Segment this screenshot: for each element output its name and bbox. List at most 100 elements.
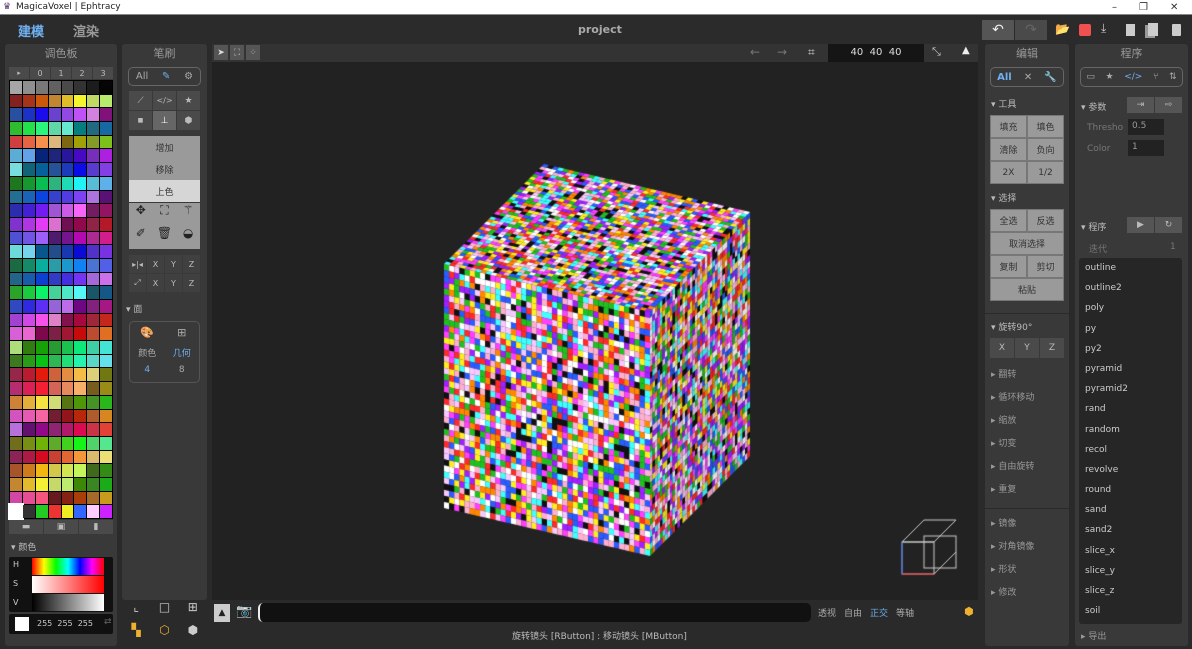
double-button[interactable]: 2X — [990, 161, 1027, 184]
palette-swatch[interactable] — [10, 327, 22, 340]
trash-icon[interactable] — [1172, 24, 1181, 36]
palette-swatch[interactable] — [62, 191, 74, 204]
palette-swatch[interactable] — [62, 163, 74, 176]
view-isometric[interactable]: 等轴 — [896, 606, 914, 619]
palette-swatch[interactable] — [62, 437, 74, 450]
select-all-button[interactable]: 全选 — [990, 209, 1027, 232]
palette-swatch[interactable] — [23, 204, 35, 217]
fill-button[interactable]: 填充 — [990, 115, 1027, 138]
palette-swatch[interactable] — [74, 327, 86, 340]
palette-swatch[interactable] — [49, 368, 61, 381]
palette-swatch[interactable] — [87, 396, 99, 409]
rotate-y-button[interactable]: Y — [1015, 338, 1039, 358]
palette-swatch[interactable] — [49, 163, 61, 176]
palette-grid[interactable] — [9, 80, 113, 519]
palette-swatch[interactable] — [87, 464, 99, 477]
palette-swatch[interactable] — [36, 327, 48, 340]
palette-swatch[interactable] — [100, 191, 112, 204]
palette-swatch[interactable] — [10, 149, 22, 162]
palette-swatch[interactable] — [23, 355, 35, 368]
palette-swatch[interactable] — [87, 437, 99, 450]
redo-button[interactable]: ↷ — [1015, 20, 1047, 40]
palette-swatch[interactable] — [10, 108, 22, 121]
trash-icon[interactable]: 🗑 — [153, 226, 177, 249]
swap-icon[interactable]: ⇄ — [104, 617, 112, 627]
palette-swatch[interactable] — [10, 396, 22, 409]
palette-swatch[interactable] — [74, 136, 86, 149]
palette-swatch[interactable] — [87, 218, 99, 231]
line-brush-icon[interactable]: ⟋ — [129, 91, 152, 110]
palette-swatch[interactable] — [49, 492, 61, 505]
palette-swatch[interactable] — [10, 423, 22, 436]
palette-swatch[interactable] — [100, 286, 112, 299]
palette-swatch[interactable] — [23, 122, 35, 135]
palette-swatch[interactable] — [36, 149, 48, 162]
palette-swatch[interactable] — [23, 149, 35, 162]
palette-swatch[interactable] — [74, 108, 86, 121]
palette-swatch[interactable] — [10, 505, 22, 518]
palette-swatch[interactable] — [36, 108, 48, 121]
palette-swatch[interactable] — [49, 245, 61, 258]
size-input[interactable]: 40 40 40 — [828, 44, 924, 62]
palette-swatch[interactable] — [62, 368, 74, 381]
palette-swatch[interactable] — [62, 81, 74, 94]
palette-swatch[interactable] — [36, 410, 48, 423]
palette-tab[interactable]: 2 — [72, 67, 92, 79]
palette-swatch[interactable] — [10, 355, 22, 368]
palette-swatch[interactable] — [100, 437, 112, 450]
saturation-slider[interactable] — [32, 576, 104, 593]
palette-swatch[interactable] — [87, 341, 99, 354]
palette-swatch[interactable] — [74, 464, 86, 477]
cube-icon[interactable]: ⬢ — [179, 623, 207, 646]
palette-swatch[interactable] — [36, 492, 48, 505]
palette-swatch[interactable] — [49, 478, 61, 491]
palette-swatch[interactable] — [62, 232, 74, 245]
palette-swatch[interactable] — [87, 492, 99, 505]
palette-swatch[interactable] — [10, 341, 22, 354]
select-region-icon[interactable]: ⛶ — [230, 45, 244, 60]
palette-swatch[interactable] — [100, 368, 112, 381]
palette-swatch[interactable] — [49, 259, 61, 272]
palette-swatch[interactable] — [23, 218, 35, 231]
program-list-item[interactable]: outline — [1079, 258, 1182, 278]
palette-swatch[interactable] — [74, 451, 86, 464]
palette-swatch[interactable] — [49, 95, 61, 108]
half-button[interactable]: 1/2 — [1027, 161, 1064, 184]
palette-swatch[interactable] — [87, 423, 99, 436]
diagonal-mirror-section[interactable]: ▸ 对角镜像 — [991, 536, 1063, 559]
palette-swatch[interactable] — [74, 396, 86, 409]
palette-swatch[interactable] — [100, 451, 112, 464]
palette-swatch[interactable] — [87, 355, 99, 368]
param-input[interactable]: 1 — [1128, 140, 1164, 156]
palette-swatch[interactable] — [74, 382, 86, 395]
axis-icon[interactable]: ⤢ — [129, 274, 146, 292]
palette-swatch[interactable] — [23, 410, 35, 423]
free-rotate-section[interactable]: ▸ 自由旋转 — [991, 456, 1063, 479]
program-list-item[interactable]: poly — [1079, 298, 1182, 318]
palette-face-icon[interactable]: 🎨 — [130, 326, 165, 346]
gear-icon[interactable]: ⚙ — [184, 71, 193, 82]
save-icon[interactable] — [1079, 24, 1091, 36]
select-icon[interactable]: ⛶ — [153, 203, 177, 226]
voxel-model[interactable] — [212, 62, 978, 600]
palette-swatch[interactable] — [74, 437, 86, 450]
palette-swatch[interactable] — [62, 149, 74, 162]
palette-swatch[interactable] — [36, 177, 48, 190]
face-color-option[interactable]: 颜色 — [130, 346, 165, 366]
palette-swatch[interactable] — [100, 122, 112, 135]
palette-swatch[interactable] — [36, 451, 48, 464]
palette-swatch[interactable] — [49, 218, 61, 231]
palette-swatch[interactable] — [49, 300, 61, 313]
program-list-item[interactable]: soil — [1079, 601, 1182, 621]
palette-swatch[interactable] — [87, 410, 99, 423]
palette-swatch[interactable] — [10, 204, 22, 217]
palette-swatch[interactable] — [49, 355, 61, 368]
palette-swatch[interactable] — [10, 382, 22, 395]
palette-swatch[interactable] — [74, 218, 86, 231]
palette-swatch[interactable] — [100, 300, 112, 313]
cube-outline-icon[interactable]: ⬡ — [150, 623, 178, 646]
branch-icon[interactable]: ⑂ — [1153, 72, 1158, 82]
shape-section[interactable]: ▸ 形状 — [991, 559, 1063, 582]
palette-swatch[interactable] — [36, 464, 48, 477]
palette-swatch[interactable] — [36, 396, 48, 409]
